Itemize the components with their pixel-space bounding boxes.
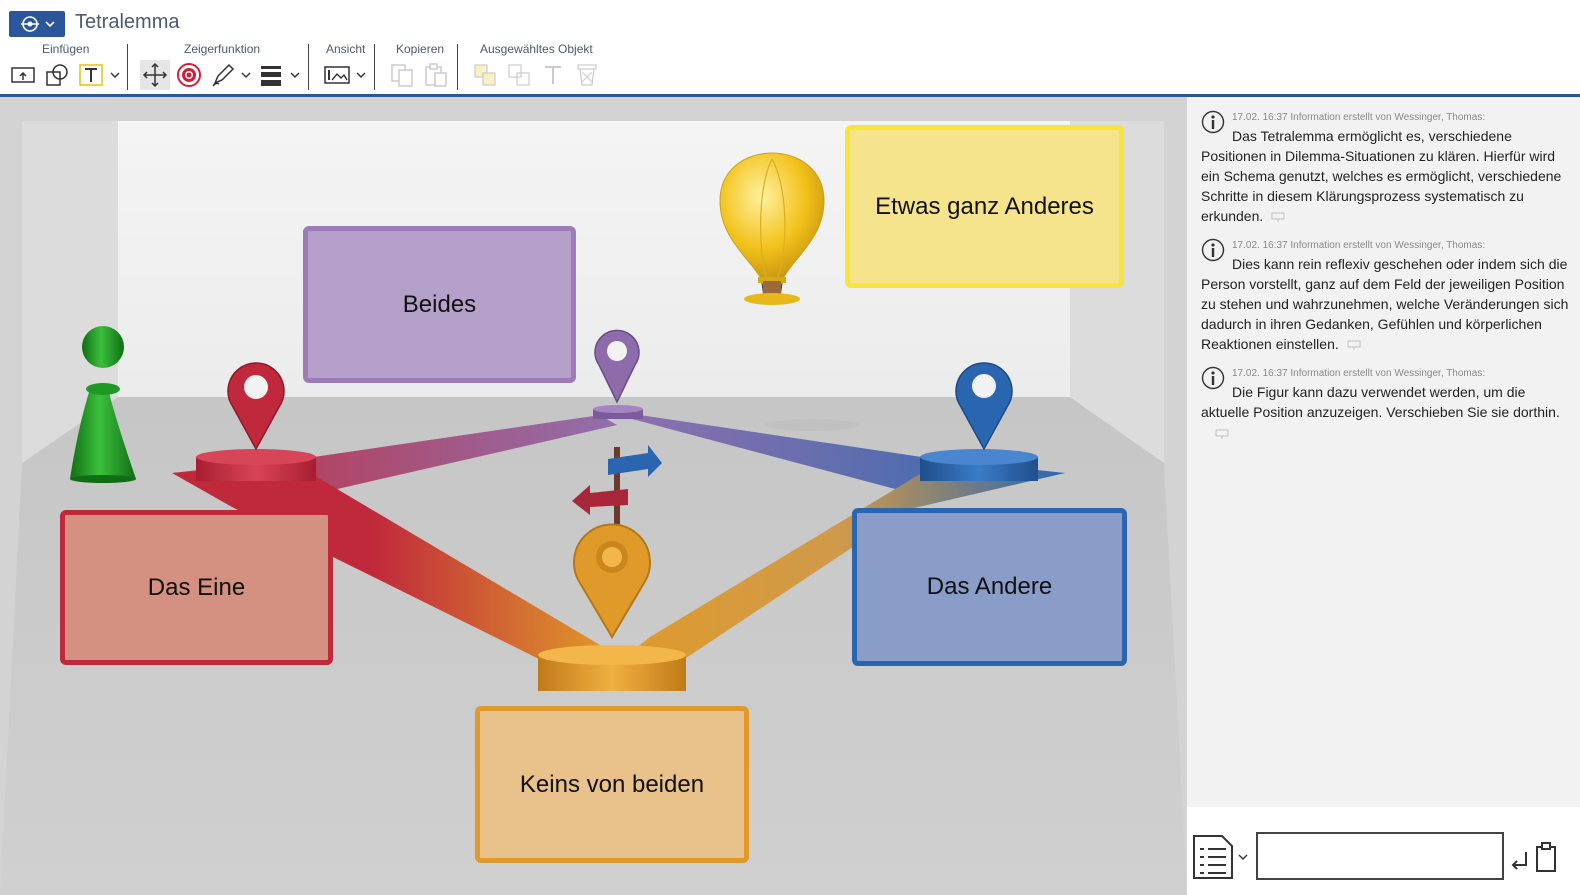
app-menu-button[interactable] — [9, 11, 65, 37]
group-label-copy: Kopieren — [396, 42, 445, 56]
comment-bar — [1187, 807, 1580, 895]
send-back-button[interactable] — [504, 60, 534, 90]
document-list-icon — [1193, 835, 1233, 879]
info-entry-text: Das Tetralemma ermöglicht es, verschiede… — [1201, 128, 1562, 224]
toolbar-separator — [308, 44, 309, 90]
box-keins-von-beiden[interactable]: Keins von beiden — [475, 706, 749, 863]
info-icon — [1201, 238, 1225, 262]
box-etwas-ganz-anderes[interactable]: Etwas ganz Anderes — [845, 125, 1124, 288]
box-beides[interactable]: Beides — [303, 226, 576, 383]
delete-object-button[interactable] — [572, 60, 602, 90]
trash-icon — [577, 64, 597, 86]
app-window: Tetralemma Einfügen Zeigerfunktion Ansic… — [0, 0, 1580, 895]
comment-marker-icon[interactable] — [1347, 340, 1361, 351]
document-title: Tetralemma — [75, 11, 180, 33]
view-mode-button[interactable] — [322, 60, 352, 90]
toolbar-separator — [127, 44, 128, 90]
chevron-down-icon — [45, 21, 55, 28]
info-entry-text: Dies kann rein reflexiv geschehen oder i… — [1201, 256, 1569, 352]
toolbar-separator — [374, 44, 375, 90]
document-list-button[interactable] — [1190, 833, 1236, 881]
enter-icon[interactable] — [1509, 849, 1529, 871]
info-entry[interactable]: 17.02. 16:37 Information erstellt von We… — [1201, 366, 1575, 440]
group-label-pointer: Zeigerfunktion — [184, 42, 261, 56]
copy-icon — [391, 64, 413, 87]
info-entry[interactable]: 17.02. 16:37 Information erstellt von We… — [1201, 110, 1575, 226]
group-label-insert: Einfügen — [42, 42, 90, 56]
chevron-down-icon[interactable] — [1237, 851, 1249, 863]
disc-blue — [920, 449, 1038, 481]
bring-to-front-icon — [474, 64, 496, 86]
box-das-andere[interactable]: Das Andere — [852, 508, 1127, 666]
edit-text-button[interactable] — [538, 60, 568, 90]
box-das-eine[interactable]: Das Eine — [60, 510, 333, 665]
chevron-down-icon[interactable] — [355, 68, 367, 82]
shapes-icon — [46, 64, 68, 86]
info-entry-meta: 17.02. 16:37 Information erstellt von We… — [1232, 112, 1486, 123]
info-entry-meta: 17.02. 16:37 Information erstellt von We… — [1232, 240, 1486, 251]
pen-icon — [212, 63, 235, 87]
chevron-down-icon[interactable] — [109, 68, 121, 82]
group-label-selected-object: Ausgewähltes Objekt — [480, 42, 593, 56]
send-to-back-icon — [508, 64, 530, 86]
comment-marker-icon[interactable] — [1215, 429, 1229, 439]
tetralemma-canvas[interactable]: Beides Etwas ganz Anderes Das Eine Das A… — [0, 97, 1187, 895]
laser-pointer-button[interactable] — [174, 60, 204, 90]
ribbon: Tetralemma Einfügen Zeigerfunktion Ansic… — [0, 0, 1580, 95]
target-icon — [177, 63, 201, 87]
move-tool-button[interactable] — [140, 60, 170, 90]
chevron-down-icon[interactable] — [289, 68, 301, 82]
disc-red — [196, 449, 316, 481]
insert-shape-button[interactable] — [42, 60, 72, 90]
pen-tool-button[interactable] — [208, 60, 238, 90]
comment-input[interactable] — [1256, 832, 1504, 880]
info-entry-text: Die Figur kann dazu verwendet werden, um… — [1201, 384, 1560, 420]
disc-orange — [538, 645, 686, 691]
info-entry[interactable]: 17.02. 16:37 Information erstellt von We… — [1201, 238, 1575, 354]
comment-marker-icon[interactable] — [1271, 212, 1285, 223]
toolbar-separator — [457, 44, 458, 90]
clipboard-icon[interactable] — [1534, 841, 1558, 873]
insert-image-button[interactable] — [8, 60, 38, 90]
text-box-icon — [79, 64, 103, 86]
bring-front-button[interactable] — [470, 60, 500, 90]
picture-view-icon — [324, 66, 350, 84]
info-icon — [1201, 366, 1225, 390]
text-edit-icon — [545, 66, 561, 84]
group-label-view: Ansicht — [326, 42, 366, 56]
line-weight-icon — [261, 66, 281, 86]
move-arrows-icon — [142, 62, 168, 88]
insert-text-button[interactable] — [76, 60, 106, 90]
copy-button[interactable] — [387, 60, 417, 90]
info-panel: 17.02. 16:37 Information erstellt von We… — [1187, 97, 1580, 807]
disc-purple — [593, 405, 643, 419]
line-style-button[interactable] — [256, 60, 286, 90]
paste-button[interactable] — [421, 60, 451, 90]
paste-icon — [425, 63, 447, 87]
globe-settings-icon — [21, 16, 39, 32]
chevron-down-icon[interactable] — [240, 68, 252, 82]
info-icon — [1201, 110, 1225, 134]
insert-frame-icon — [11, 67, 35, 83]
info-entry-meta: 17.02. 16:37 Information erstellt von We… — [1232, 368, 1486, 379]
